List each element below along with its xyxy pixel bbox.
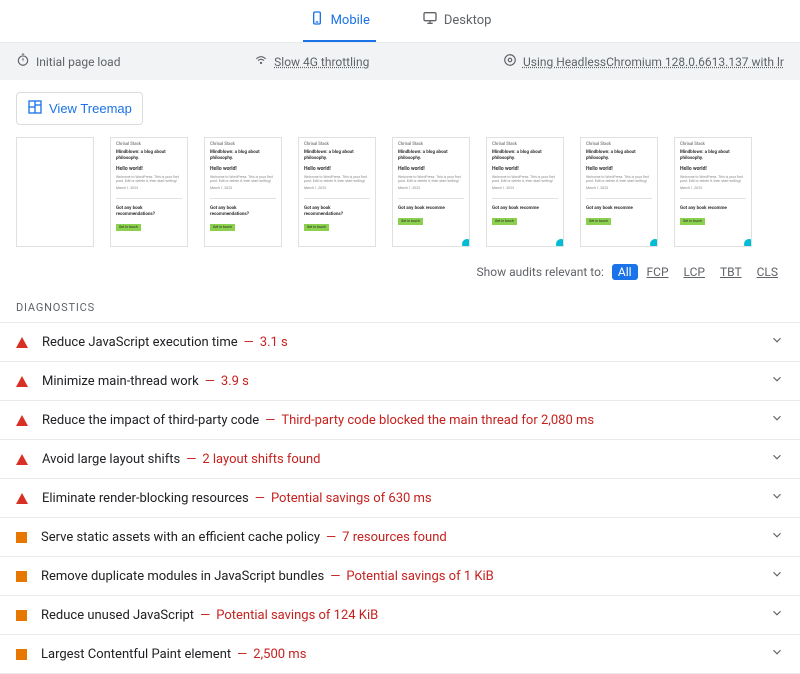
chrome-icon — [503, 53, 517, 70]
chevron-down-icon — [770, 372, 784, 390]
chevron-down-icon — [770, 606, 784, 624]
square-icon — [16, 610, 27, 621]
meta-throttling-text: Slow 4G throttling — [274, 55, 369, 69]
tab-mobile[interactable]: Mobile — [303, 10, 376, 42]
audit-detail: 3.9 s — [221, 374, 249, 389]
diagnostics-heading: DIAGNOSTICS — [0, 291, 800, 322]
filmstrip-frame[interactable]: Chrisal StackMindblown: a blog about phi… — [204, 137, 282, 247]
meta-browser[interactable]: Using HeadlessChromium 128.0.6613.137 wi… — [503, 53, 784, 70]
audit-row[interactable]: Reduce the impact of third-party code — … — [0, 400, 800, 439]
filter-chip-tbt[interactable]: TBT — [714, 264, 748, 280]
audit-detail: 2 layout shifts found — [202, 452, 320, 467]
audit-row[interactable]: Eliminate render-blocking resources — Po… — [0, 478, 800, 517]
stopwatch-icon — [16, 53, 30, 70]
audit-detail: 2,500 ms — [253, 647, 306, 662]
chevron-down-icon — [770, 528, 784, 546]
audit-title: Reduce unused JavaScript — [41, 608, 194, 623]
triangle-icon — [16, 493, 28, 504]
wifi-icon — [254, 53, 268, 70]
filmstrip-frame[interactable]: Chrisal StackMindblown: a blog about phi… — [110, 137, 188, 247]
square-icon — [16, 649, 27, 660]
audit-dash: — — [265, 413, 275, 428]
desktop-icon — [422, 10, 438, 30]
audit-dash: — — [237, 647, 247, 662]
filters-label: Show audits relevant to: — [477, 265, 604, 279]
audit-dash: — — [200, 608, 210, 623]
meta-initial-load-text: Initial page load — [36, 55, 120, 69]
audit-row[interactable]: Serve static assets with an efficient ca… — [0, 517, 800, 556]
square-icon — [16, 571, 27, 582]
diagnostics-list: Reduce JavaScript execution time — 3.1 s… — [0, 322, 800, 674]
filter-chip-lcp[interactable]: LCP — [678, 264, 711, 280]
audit-detail: Third-party code blocked the main thread… — [281, 413, 594, 428]
mobile-icon — [309, 10, 325, 30]
audit-dash: — — [186, 452, 196, 467]
filmstrip-frame[interactable]: Chrisal StackMindblown: a blog about phi… — [580, 137, 658, 247]
chevron-down-icon — [770, 567, 784, 585]
audit-row[interactable]: Reduce unused JavaScript — Potential sav… — [0, 595, 800, 634]
view-treemap-button[interactable]: View Treemap — [16, 92, 143, 125]
tab-mobile-label: Mobile — [331, 13, 370, 28]
device-tabs: Mobile Desktop — [0, 0, 800, 43]
audit-title: Avoid large layout shifts — [42, 452, 180, 467]
triangle-icon — [16, 415, 28, 426]
audit-row[interactable]: Largest Contentful Paint element — 2,500… — [0, 634, 800, 674]
triangle-icon — [16, 376, 28, 387]
audit-detail: 7 resources found — [342, 530, 447, 545]
filmstrip-frame[interactable]: Chrisal StackMindblown: a blog about phi… — [486, 137, 564, 247]
chevron-down-icon — [770, 645, 784, 663]
square-icon — [16, 532, 27, 543]
filmstrip-frame[interactable]: Chrisal StackMindblown: a blog about phi… — [392, 137, 470, 247]
audit-dash: — — [244, 335, 254, 350]
meta-initial-load[interactable]: Initial page load — [16, 53, 120, 70]
audit-detail: 3.1 s — [260, 335, 288, 350]
chevron-down-icon — [770, 489, 784, 507]
audit-title: Reduce JavaScript execution time — [42, 335, 238, 350]
audit-detail: Potential savings of 630 ms — [271, 491, 432, 506]
audit-dash: — — [326, 530, 336, 545]
filmstrip-frame[interactable]: Chrisal StackMindblown: a blog about phi… — [298, 137, 376, 247]
audit-title: Minimize main-thread work — [42, 374, 199, 389]
audit-title: Largest Contentful Paint element — [41, 647, 231, 662]
triangle-icon — [16, 454, 28, 465]
audit-dash: — — [205, 374, 215, 389]
filter-chip-fcp[interactable]: FCP — [641, 264, 675, 280]
audit-title: Reduce the impact of third-party code — [42, 413, 259, 428]
audit-title: Eliminate render-blocking resources — [42, 491, 249, 506]
tab-desktop[interactable]: Desktop — [416, 10, 498, 42]
audit-title: Serve static assets with an efficient ca… — [41, 530, 320, 545]
triangle-icon — [16, 337, 28, 348]
audit-row[interactable]: Remove duplicate modules in JavaScript b… — [0, 556, 800, 595]
audit-dash: — — [330, 569, 340, 584]
meta-throttling[interactable]: Slow 4G throttling — [254, 53, 369, 70]
audit-detail: Potential savings of 1 KiB — [346, 569, 493, 584]
meta-browser-text: Using HeadlessChromium 128.0.6613.137 wi… — [523, 55, 784, 69]
chevron-down-icon — [770, 450, 784, 468]
meta-bar: Initial page load Slow 4G throttling Usi… — [0, 43, 800, 80]
view-treemap-label: View Treemap — [49, 101, 132, 116]
filters-row: Show audits relevant to: All FCP LCP TBT… — [0, 257, 800, 291]
filmstrip-frame[interactable] — [16, 137, 94, 247]
filter-chip-all[interactable]: All — [612, 264, 638, 280]
audit-row[interactable]: Minimize main-thread work — 3.9 s — [0, 361, 800, 400]
filter-chip-cls[interactable]: CLS — [751, 264, 784, 280]
treemap-icon — [27, 99, 43, 118]
audit-detail: Potential savings of 124 KiB — [216, 608, 378, 623]
treemap-row: View Treemap — [0, 80, 800, 137]
audit-row[interactable]: Reduce JavaScript execution time — 3.1 s — [0, 322, 800, 361]
filmstrip: Chrisal StackMindblown: a blog about phi… — [0, 137, 800, 257]
audit-row[interactable]: Avoid large layout shifts — 2 layout shi… — [0, 439, 800, 478]
chevron-down-icon — [770, 333, 784, 351]
filmstrip-frame[interactable]: Chrisal StackMindblown: a blog about phi… — [674, 137, 752, 247]
audit-dash: — — [255, 491, 265, 506]
audit-title: Remove duplicate modules in JavaScript b… — [41, 569, 324, 584]
chevron-down-icon — [770, 411, 784, 429]
tab-desktop-label: Desktop — [444, 13, 492, 28]
